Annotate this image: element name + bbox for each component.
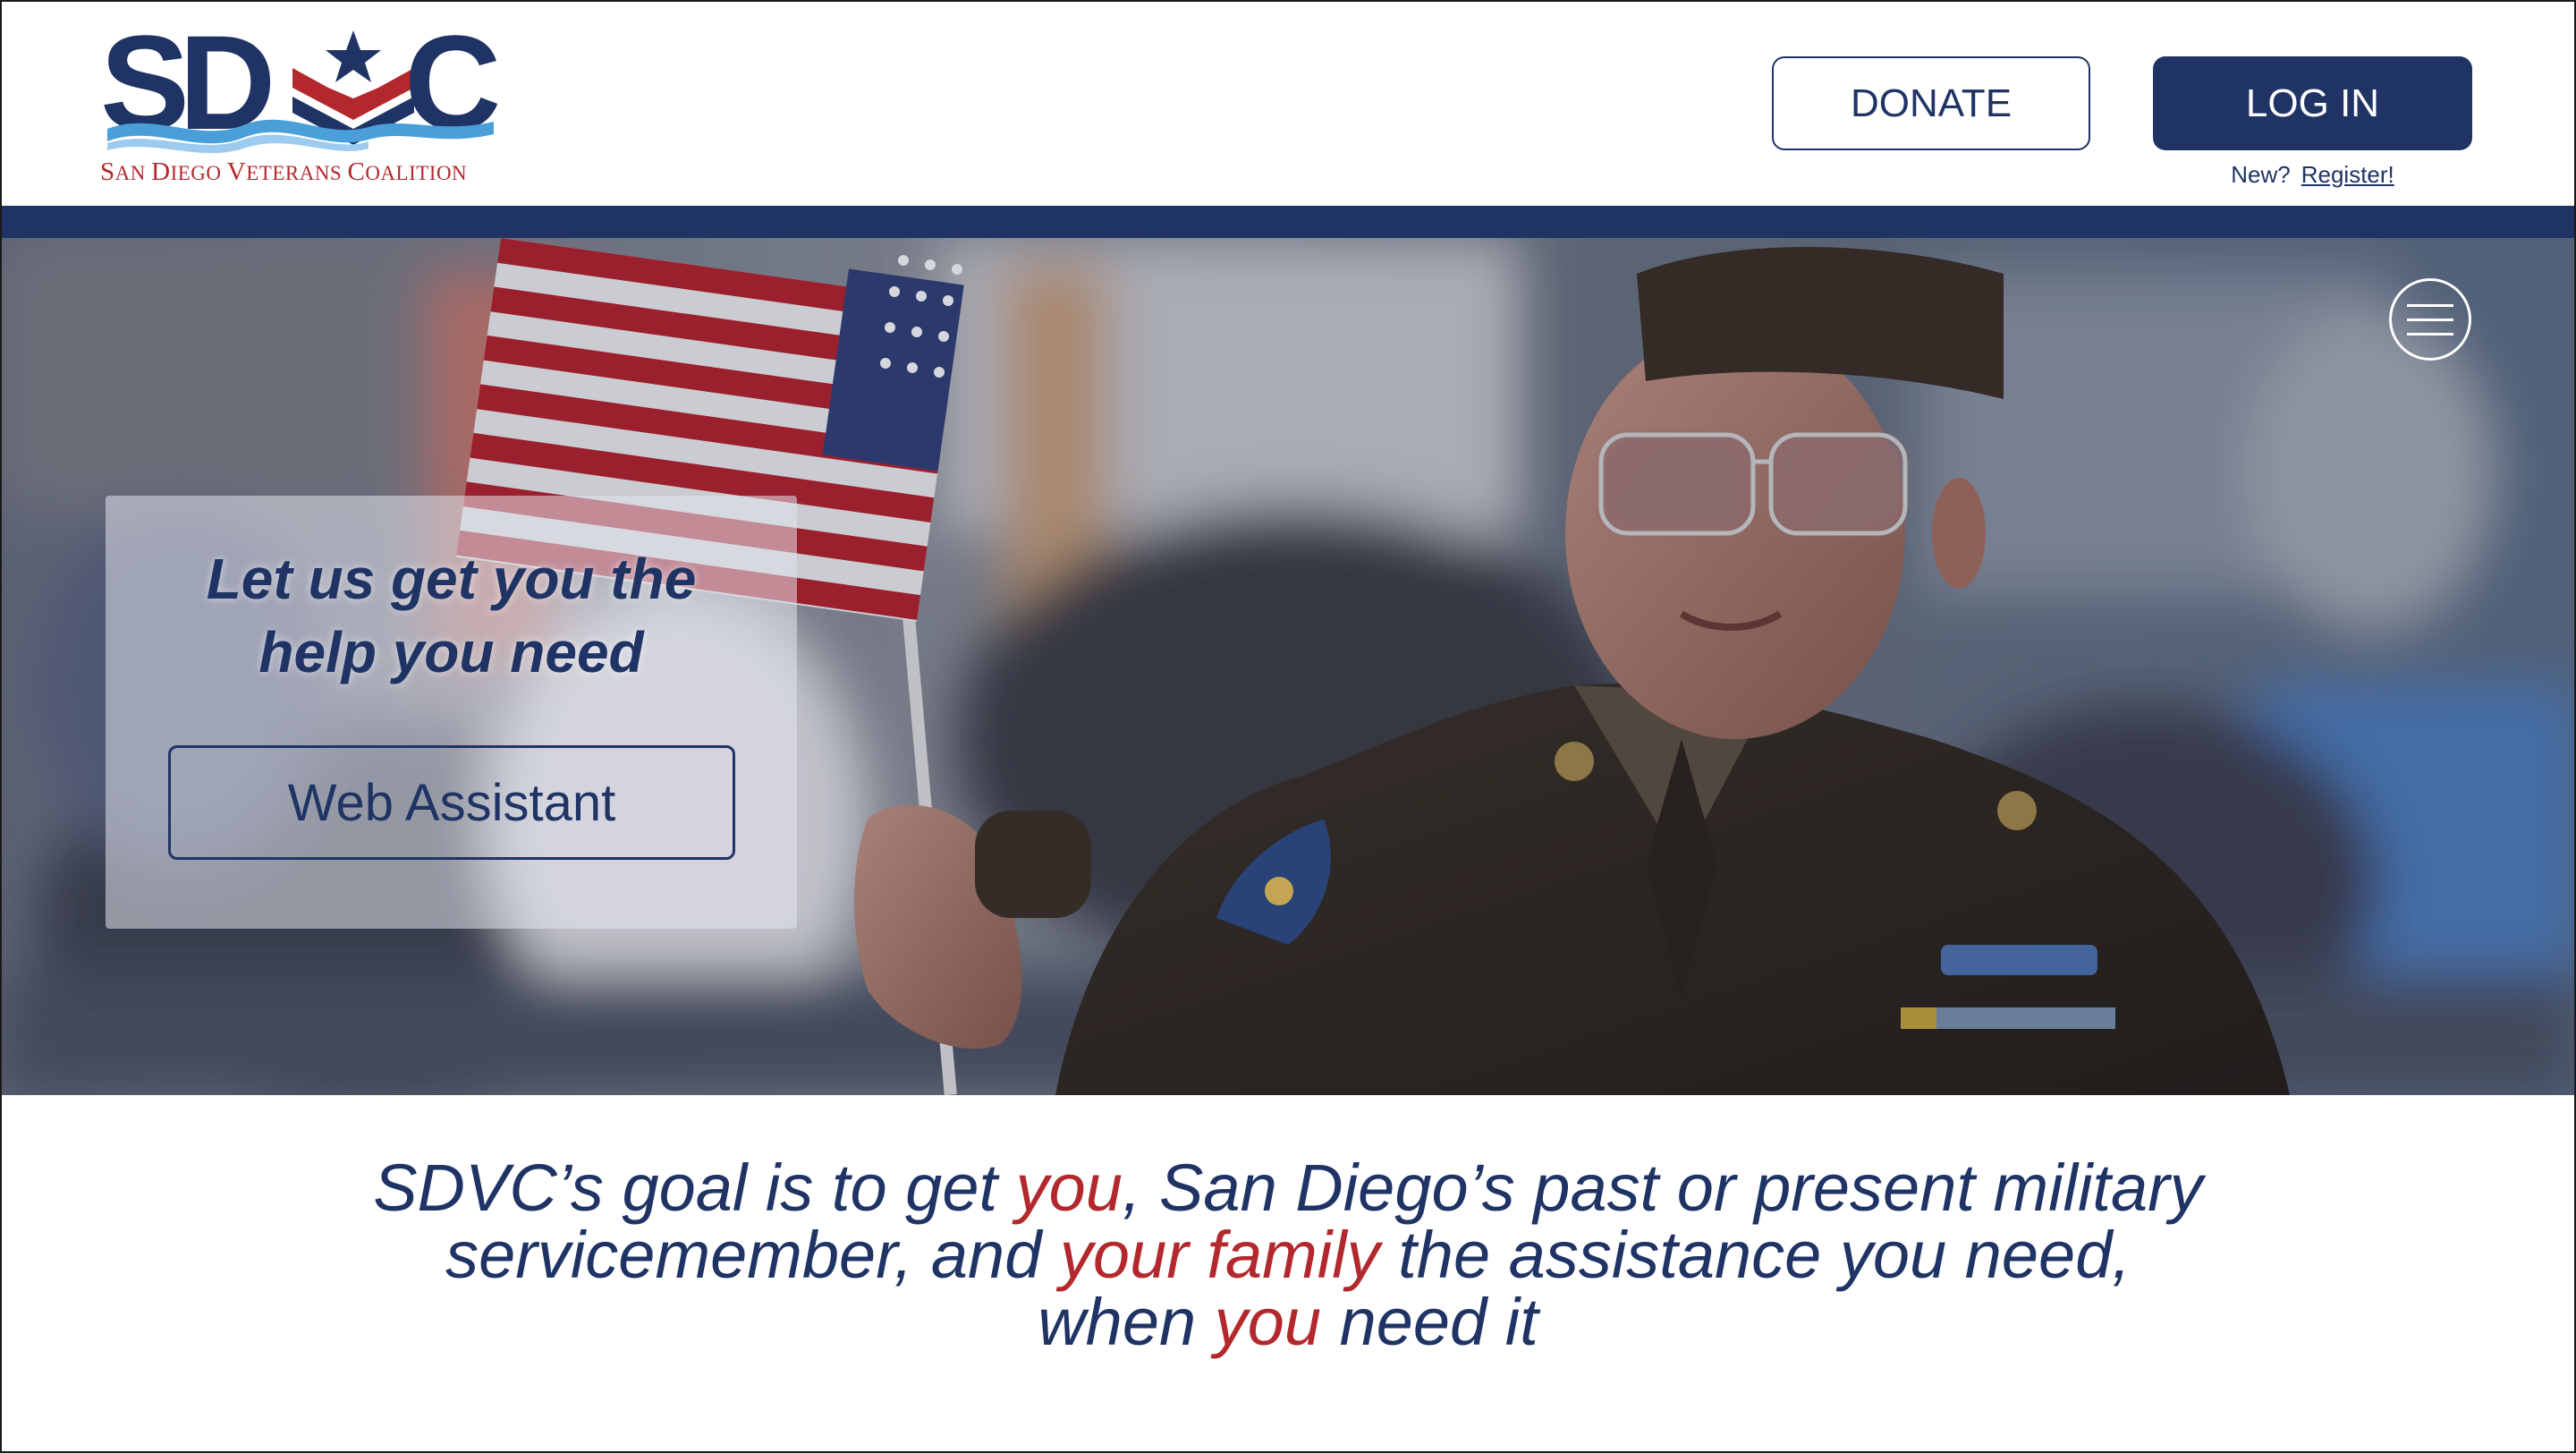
donate-button[interactable]: DONATE	[1772, 56, 2090, 150]
help-callout-panel: Let us get you the help you need Web Ass…	[106, 496, 797, 929]
login-button[interactable]: LOG IN	[2153, 56, 2472, 150]
hero-banner: Let us get you the help you need Web Ass…	[0, 238, 2576, 1095]
sdvc-logo-mark: S D C	[100, 7, 501, 157]
menu-line	[2407, 318, 2453, 321]
sdvc-logo[interactable]: S D C SAN DIEGO VETERANS COALITION	[100, 7, 512, 190]
mission-line-1: SDVC’s goal is to get you, San Diego’s p…	[373, 1151, 2203, 1225]
web-assistant-button[interactable]: Web Assistant	[168, 745, 735, 860]
callout-heading: Let us get you the help you need	[106, 542, 797, 689]
register-prompt: New? Register!	[2153, 161, 2472, 189]
hamburger-menu-icon[interactable]	[2389, 278, 2471, 361]
logo-tagline: SAN DIEGO VETERANS COALITION	[100, 157, 468, 186]
register-link[interactable]: Register!	[2301, 161, 2394, 188]
new-user-label: New?	[2231, 161, 2291, 188]
callout-heading-line2: help you need	[258, 620, 644, 684]
header-divider-bar	[0, 206, 2576, 238]
menu-line	[2407, 303, 2453, 307]
mission-line-3: when you need it	[1038, 1285, 1538, 1359]
menu-line	[2407, 332, 2453, 336]
site-header: S D C SAN DIEGO VETERANS COALITION DONAT…	[0, 0, 2576, 206]
mission-statement: SDVC’s goal is to get you, San Diego’s p…	[0, 1154, 2576, 1355]
callout-heading-line1: Let us get you the	[206, 547, 697, 611]
mission-line-2: servicemember, and your family the assis…	[445, 1218, 2131, 1292]
